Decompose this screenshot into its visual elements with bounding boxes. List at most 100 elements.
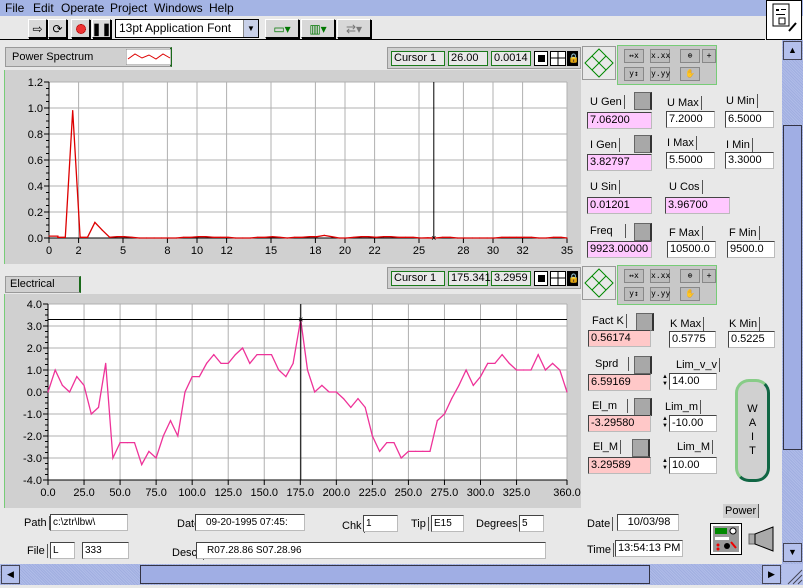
k-max-input[interactable]: 0.5775 [669, 331, 716, 348]
cursor-style-icon[interactable] [534, 51, 548, 66]
tip-input[interactable]: E15 [431, 515, 464, 532]
sprd-led-button[interactable] [634, 356, 652, 374]
u-cos-value[interactable]: 3.96700 [665, 197, 730, 214]
lock-icon[interactable]: 🔒 [567, 271, 579, 286]
lim-v-v-spinner[interactable]: ▲ ▼ [662, 374, 668, 389]
sprd-value[interactable]: 6.59169 [588, 374, 651, 391]
u-gen-led-button[interactable] [634, 92, 652, 110]
cursor-x-value[interactable]: 26.00 [448, 51, 488, 66]
cursor-move-diamond[interactable] [582, 46, 616, 80]
zoom-button[interactable]: ⊕ [680, 49, 700, 63]
crosshair-icon[interactable] [550, 51, 566, 66]
vertical-scroll-thumb[interactable] [783, 125, 802, 450]
horizontal-scrollbar[interactable]: ◀ ▶ [0, 564, 782, 585]
electrical-error-chart[interactable]: 0.0 25.0 50.0 75.0 100.0 125.0 150.0 175.0 200.0… [0, 294, 581, 508]
fact-k-led-button[interactable] [636, 313, 654, 331]
el-m-led-button[interactable] [634, 398, 652, 416]
crosshair-tool-button[interactable]: + [702, 49, 716, 63]
run-button[interactable]: ⇨ [28, 19, 47, 38]
scroll-right-button[interactable]: ▶ [762, 565, 781, 584]
vi-icon[interactable] [766, 0, 802, 40]
u-max-input[interactable]: 7.2000 [666, 111, 715, 128]
el-M-value[interactable]: 3.29589 [588, 457, 651, 474]
i-min-input[interactable]: 3.3000 [725, 152, 774, 169]
crosshair-icon[interactable] [550, 271, 566, 286]
zoom-button[interactable]: ⊕ [680, 269, 700, 283]
freq-value[interactable]: 9923.00000 [587, 241, 652, 258]
f-min-input[interactable]: 9500.0 [727, 241, 775, 258]
pan-button[interactable]: ✋ [680, 287, 700, 301]
horizontal-scroll-thumb[interactable] [140, 565, 650, 584]
wait-button[interactable]: W A I T [735, 379, 770, 482]
menu-operate[interactable]: Operate [61, 1, 104, 15]
lim-M-spinner[interactable]: ▲ ▼ [662, 458, 668, 473]
file-prefix-input[interactable]: L [50, 542, 75, 559]
u-min-input[interactable]: 6.5000 [725, 111, 774, 128]
el-M-led-button[interactable] [632, 439, 650, 457]
description-input[interactable]: R07.28.86 S07.28.96 [196, 542, 546, 559]
data-point [566, 391, 568, 393]
x-tick-label: 22 [368, 245, 380, 257]
speaker-icon[interactable] [747, 525, 777, 553]
k-min-input[interactable]: 0.5225 [728, 331, 775, 348]
y-format-button[interactable]: y.yy [650, 67, 670, 81]
x-autoscale-button[interactable]: ↔x [624, 269, 644, 283]
cursor-style-icon[interactable] [534, 271, 548, 286]
f-max-input[interactable]: 10500.0 [667, 241, 716, 258]
y-autoscale-button[interactable]: y↕ [624, 287, 644, 301]
vertical-scrollbar[interactable]: ▲ ▼ [782, 40, 803, 564]
lim-M-input[interactable]: 10.00 [669, 457, 717, 474]
menu-edit[interactable]: Edit [33, 1, 54, 15]
i-max-input[interactable]: 5.5000 [666, 152, 715, 169]
u-gen-value[interactable]: 7.06200 [587, 112, 652, 129]
menu-file[interactable]: File [5, 1, 24, 15]
test-date-field[interactable]: 09-20-1995 07:45: [195, 514, 305, 531]
distribute-button[interactable]: ▥▾ [301, 19, 335, 38]
power-spectrum-chart[interactable]: 0 2 5 8 10 12 15 18 20 22 25 28 30 32 350.00.20.40.60.… [0, 70, 581, 264]
freq-led-button[interactable] [634, 223, 652, 241]
lim-v-v-input[interactable]: 14.00 [669, 373, 717, 390]
font-select[interactable]: 13pt Application Font ▼ [115, 19, 259, 38]
menu-windows[interactable]: Windows [154, 1, 203, 15]
resize-grip[interactable] [782, 564, 803, 585]
power-meter-button[interactable] [710, 523, 742, 555]
lim-m-input[interactable]: -10.00 [669, 415, 717, 432]
cursor-y-value[interactable]: 3.2959 [491, 271, 531, 286]
fact-k-label: Fact K [590, 314, 627, 328]
crosshair-tool-button[interactable]: + [702, 269, 716, 283]
menu-help[interactable]: Help [209, 1, 234, 15]
cursor-move-diamond[interactable] [582, 266, 616, 300]
scroll-up-button[interactable]: ▲ [783, 41, 802, 60]
lim-m-spinner[interactable]: ▲ ▼ [662, 416, 668, 431]
data-point [64, 236, 66, 238]
y-format-button[interactable]: y.yy [650, 287, 670, 301]
cursor-y-value[interactable]: 0.0014 [491, 51, 531, 66]
pan-button[interactable]: ✋ [680, 67, 700, 81]
y-autoscale-button[interactable]: y↕ [624, 67, 644, 81]
degrees-input[interactable]: 5 [519, 515, 544, 532]
reorder-button[interactable]: ⇄▾ [337, 19, 371, 38]
scroll-left-button[interactable]: ◀ [1, 565, 20, 584]
cursor-name[interactable]: Cursor 1 [391, 271, 445, 286]
x-format-button[interactable]: x.xx [650, 49, 670, 63]
i-gen-led-button[interactable] [634, 135, 652, 153]
x-autoscale-button[interactable]: ↔x [624, 49, 644, 63]
u-sin-value[interactable]: 0.01201 [587, 197, 652, 214]
scroll-down-button[interactable]: ▼ [783, 543, 802, 562]
align-button[interactable]: ▭▾ [265, 19, 299, 38]
run-continuous-button[interactable]: ⟳ [48, 19, 67, 38]
menu-project[interactable]: Project [110, 1, 147, 15]
data-point [257, 236, 259, 238]
fact-k-value[interactable]: 0.56174 [588, 330, 651, 347]
cursor-name[interactable]: Cursor 1 [391, 51, 445, 66]
pause-button[interactable]: ❚❚ [91, 19, 112, 38]
i-gen-value[interactable]: 3.82797 [587, 154, 652, 171]
lock-icon[interactable]: 🔒 [567, 51, 579, 66]
cursor-x-value[interactable]: 175.341 [448, 271, 491, 286]
abort-button[interactable] [71, 19, 90, 38]
chk-input[interactable]: 1 [363, 515, 398, 532]
file-number-input[interactable]: 333 [82, 542, 129, 559]
el-m-value[interactable]: -3.29580 [588, 415, 651, 432]
x-format-button[interactable]: x.xx [650, 269, 670, 283]
path-input[interactable]: c:\ztr\lbw\ [50, 514, 128, 531]
